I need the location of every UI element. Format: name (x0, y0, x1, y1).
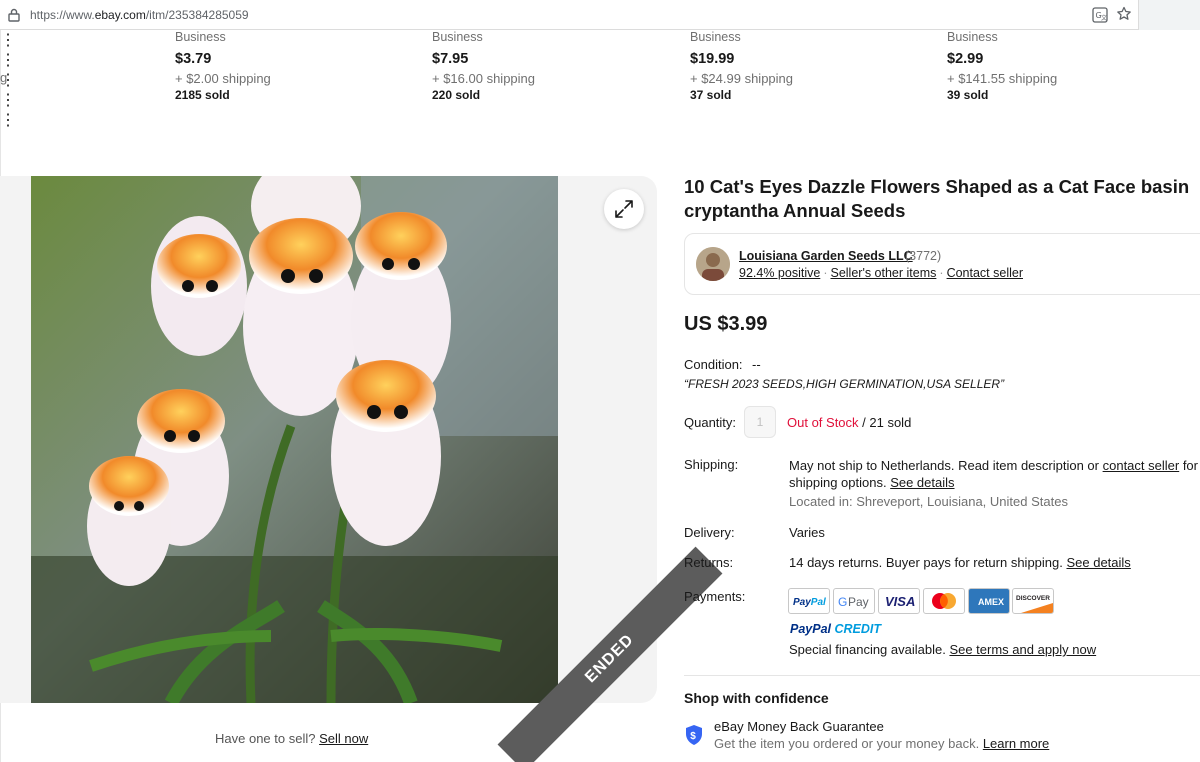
see-terms-link[interactable]: See terms and apply now (949, 642, 1096, 657)
svg-text:AMEX: AMEX (978, 597, 1004, 607)
item-price-main: US $3.99 (684, 313, 768, 335)
seller-positive-link[interactable]: 92.4% positive (739, 266, 820, 280)
learn-more-link[interactable]: Learn more (983, 736, 1049, 751)
payments-label: Payments: (684, 589, 746, 604)
item-price: $2.99 (947, 51, 984, 67)
item-location: Located in: Shreveport, Louisiana, Unite… (789, 494, 1068, 509)
expand-arrows-icon (615, 200, 633, 218)
mastercard-badge (923, 588, 965, 614)
amex-badge: AMEX (968, 588, 1010, 614)
quantity-input[interactable]: 1 (744, 406, 776, 438)
item-shipping: + $2.00 shipping (175, 71, 271, 86)
seller-name-link[interactable]: Louisiana Garden Seeds LLC (739, 249, 913, 263)
item-sold-count: 39 sold (947, 88, 989, 102)
svg-text:文: 文 (1101, 14, 1107, 22)
separator: · (823, 266, 828, 280)
sell-now-link[interactable]: Sell now (319, 731, 368, 746)
image-gallery (0, 176, 657, 703)
address-bar[interactable]: https://www.ebay.com/itm/235384285059 G … (0, 0, 1200, 30)
item-seller-type: Business (175, 30, 226, 44)
svg-text:$: $ (690, 731, 696, 742)
related-item-card[interactable]: Business $19.99 + $24.99 shipping 37 sol… (690, 30, 930, 130)
shipping-text: May not ship to Netherlands. Read item d… (789, 458, 1198, 490)
stock-status: Out of Stock / 21 sold (787, 415, 911, 430)
svg-text:Pay: Pay (848, 595, 869, 609)
separator: · (939, 266, 944, 280)
svg-text:DISCOVER: DISCOVER (1016, 595, 1050, 602)
seller-links: 92.4% positive · Seller's other items · Cont… (739, 266, 1023, 280)
related-items-carousel: g Business $3.79 + $2.00 shipping 2185 s… (0, 30, 1200, 130)
svg-text:G: G (838, 595, 847, 609)
contact-seller-link[interactable]: contact seller (1103, 458, 1180, 473)
item-seller-type: Business (690, 30, 741, 44)
google-pay-badge: G Pay (833, 588, 875, 614)
item-price: $7.95 (432, 51, 469, 67)
shop-with-confidence-heading: Shop with confidence (684, 690, 829, 706)
sold-count: / 21 sold (858, 415, 912, 430)
returns-see-details-link[interactable]: See details (1066, 555, 1130, 570)
item-price: $3.79 (175, 51, 212, 67)
url-text[interactable]: https://www.ebay.com/itm/235384285059 (30, 8, 249, 22)
partial-card-fragment: g (0, 70, 8, 85)
divider (684, 675, 1200, 676)
item-sold-count: 220 sold (432, 88, 481, 102)
item-seller-type: Business (947, 30, 998, 44)
sell-prompt: Have one to sell? Sell now (215, 731, 369, 746)
item-shipping: + $141.55 shipping (947, 71, 1058, 86)
money-back-guarantee-title: eBay Money Back Guarantee (714, 719, 884, 734)
paypal-credit-logo: PayPal CREDIT (790, 622, 882, 636)
visa-badge: VISA (878, 588, 920, 614)
item-sold-count: 2185 sold (175, 88, 230, 102)
delivery-value: Varies (789, 525, 825, 540)
item-seller-type: Business (432, 30, 483, 44)
shipping-see-details-link[interactable]: See details (890, 475, 954, 490)
item-shipping: + $16.00 shipping (432, 71, 536, 86)
listing-title: 10 Cat's Eyes Dazzle Flowers Shaped as a… (684, 176, 1190, 221)
condition-value: -- (752, 357, 761, 372)
seller-other-items-link[interactable]: Seller's other items (830, 266, 936, 280)
money-back-guarantee-text: Get the item you ordered or your money b… (714, 736, 1050, 751)
expand-image-button[interactable] (604, 189, 644, 229)
item-sold-count: 37 sold (690, 88, 732, 102)
contact-seller-link[interactable]: Contact seller (947, 266, 1023, 280)
condition-note: “FRESH 2023 SEEDS,HIGH GERMINATION,USA S… (684, 377, 1005, 391)
product-photo[interactable] (31, 176, 558, 703)
condition-label: Condition: (684, 357, 743, 372)
svg-text:VISA: VISA (885, 594, 915, 609)
seller-feedback-count: (3772) (905, 249, 942, 263)
seller-avatar[interactable] (696, 247, 730, 281)
svg-text:PayPal: PayPal (793, 597, 826, 608)
discover-badge: DISCOVER (1012, 588, 1054, 614)
item-shipping: + $24.99 shipping (690, 71, 794, 86)
delivery-label: Delivery: (684, 525, 735, 540)
related-item-card[interactable]: Business $3.79 + $2.00 shipping 2185 sol… (175, 30, 415, 130)
returns-label: Returns: (684, 555, 734, 570)
seller-card: Louisiana Garden Seeds LLC (3772) 92.4% … (684, 233, 1200, 295)
shield-icon: $ (686, 725, 702, 745)
out-of-stock-text: Out of Stock (787, 415, 859, 430)
paypal-badge: PayPal (788, 588, 830, 614)
returns-value: 14 days returns. Buyer pays for return s… (789, 555, 1131, 570)
lock-icon (8, 8, 20, 22)
item-price: $19.99 (690, 51, 735, 67)
related-item-card[interactable]: Business $7.95 + $16.00 shipping 220 sol… (432, 30, 672, 130)
financing-text: Special financing available. See terms a… (789, 642, 1097, 657)
quantity-label: Quantity: (684, 415, 737, 430)
bookmark-star-icon[interactable] (1116, 6, 1132, 22)
toolbar-extension-area (1138, 0, 1200, 30)
translate-icon[interactable]: G 文 (1092, 7, 1108, 23)
shipping-label: Shipping: (684, 457, 739, 472)
related-item-card[interactable]: Business $2.99 + $141.55 shipping 39 sol… (947, 30, 1187, 130)
